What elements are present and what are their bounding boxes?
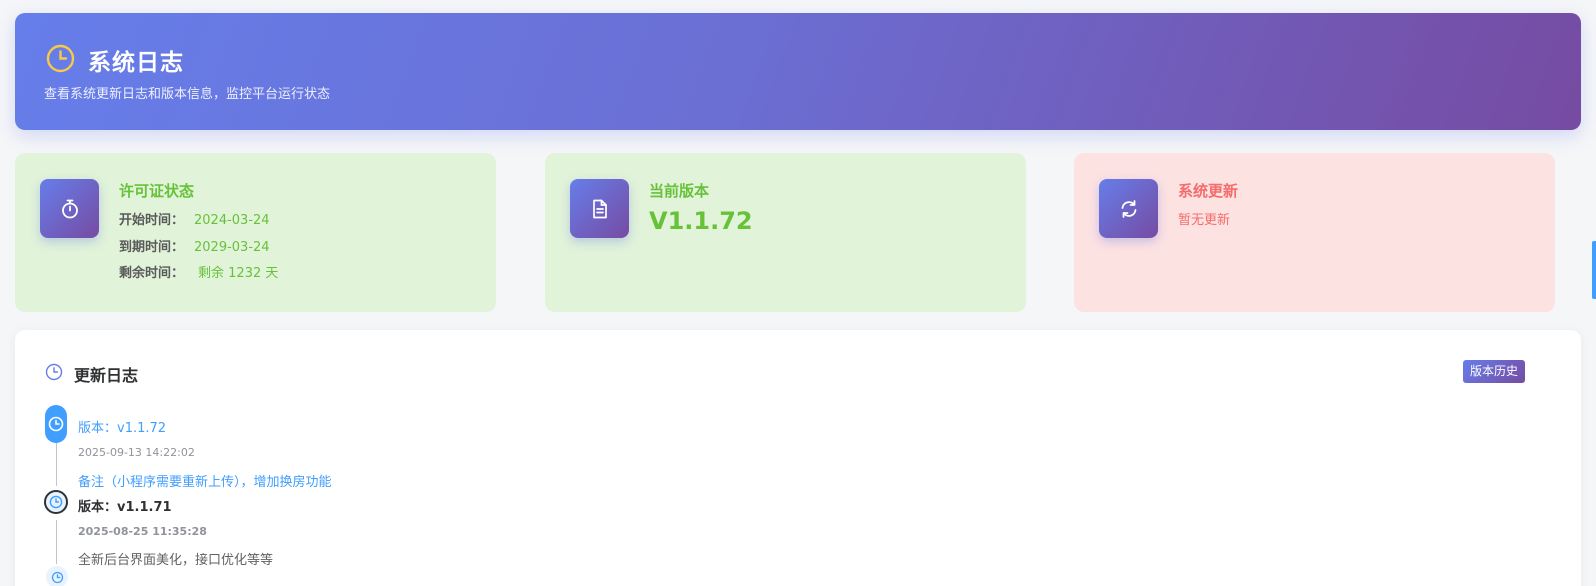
version-card: 当前版本 V1.1.72 [545, 153, 1026, 312]
side-drawer-handle[interactable] [1592, 241, 1596, 299]
license-end-row: 到期时间： 2029-03-24 [119, 236, 270, 255]
version-value: V1.1.72 [649, 207, 753, 235]
license-remain-label: 剩余时间： [119, 266, 185, 281]
changelog-entry-version-value: v1.1.71 [117, 500, 172, 515]
version-title: 当前版本 [649, 182, 710, 200]
timeline-dot-active [45, 405, 67, 443]
clock-icon [45, 363, 63, 381]
update-card: 系统更新 暂无更新 [1074, 153, 1555, 312]
license-start-row: 开始时间： 2024-03-24 [119, 209, 270, 228]
update-icon-box [1099, 179, 1158, 238]
document-icon [592, 199, 607, 218]
license-end-label: 到期时间： [119, 240, 185, 255]
license-remain-row: 剩余时间： 剩余 1232 天 [119, 262, 278, 281]
clock-icon [48, 416, 64, 432]
timeline-connector [56, 520, 57, 564]
page-title: 系统日志 [88, 50, 184, 76]
changelog-panel: 更新日志 版本历史 版本：v1.1.72 2025-09-13 14:22:02… [15, 330, 1581, 586]
clock-icon [49, 495, 63, 509]
update-title: 系统更新 [1178, 182, 1239, 200]
license-title: 许可证状态 [119, 182, 195, 200]
license-remain-value: 剩余 1232 天 [198, 266, 279, 281]
version-icon-box [570, 179, 629, 238]
timeline-connector [56, 442, 57, 486]
clock-icon [46, 44, 75, 73]
license-start-label: 开始时间： [119, 213, 185, 228]
refresh-icon [1121, 199, 1136, 218]
changelog-entry-date: 2025-08-25 11:35:28 [78, 525, 207, 538]
changelog-entry-version: 版本：v1.1.71 [78, 496, 172, 515]
update-status: 暂无更新 [1178, 213, 1231, 228]
changelog-title: 更新日志 [74, 366, 139, 385]
page-subtitle: 查看系统更新日志和版本信息，监控平台运行状态 [44, 87, 331, 102]
changelog-entry-note: 备注（小程序需要重新上传），增加换房功能 [78, 475, 332, 490]
license-start-value: 2024-03-24 [194, 213, 270, 228]
changelog-entry-version-label: 版本： [78, 500, 118, 515]
version-history-button[interactable]: 版本历史 [1462, 360, 1525, 383]
changelog-entry-version: 版本：v1.1.72 [78, 421, 167, 436]
timeline-dot [44, 490, 68, 514]
changelog-entry-note: 全新后台界面美化，接口优化等等 [78, 553, 274, 568]
stopwatch-icon [61, 199, 78, 218]
page-header: 系统日志 查看系统更新日志和版本信息，监控平台运行状态 [15, 13, 1581, 130]
changelog-entry-date: 2025-09-13 14:22:02 [78, 446, 195, 459]
timeline-dot [46, 566, 68, 586]
license-end-value: 2029-03-24 [194, 240, 270, 255]
clock-icon [51, 571, 63, 583]
license-icon-box [40, 179, 99, 238]
license-card: 许可证状态 开始时间： 2024-03-24 到期时间： 2029-03-24 剩余… [15, 153, 496, 312]
